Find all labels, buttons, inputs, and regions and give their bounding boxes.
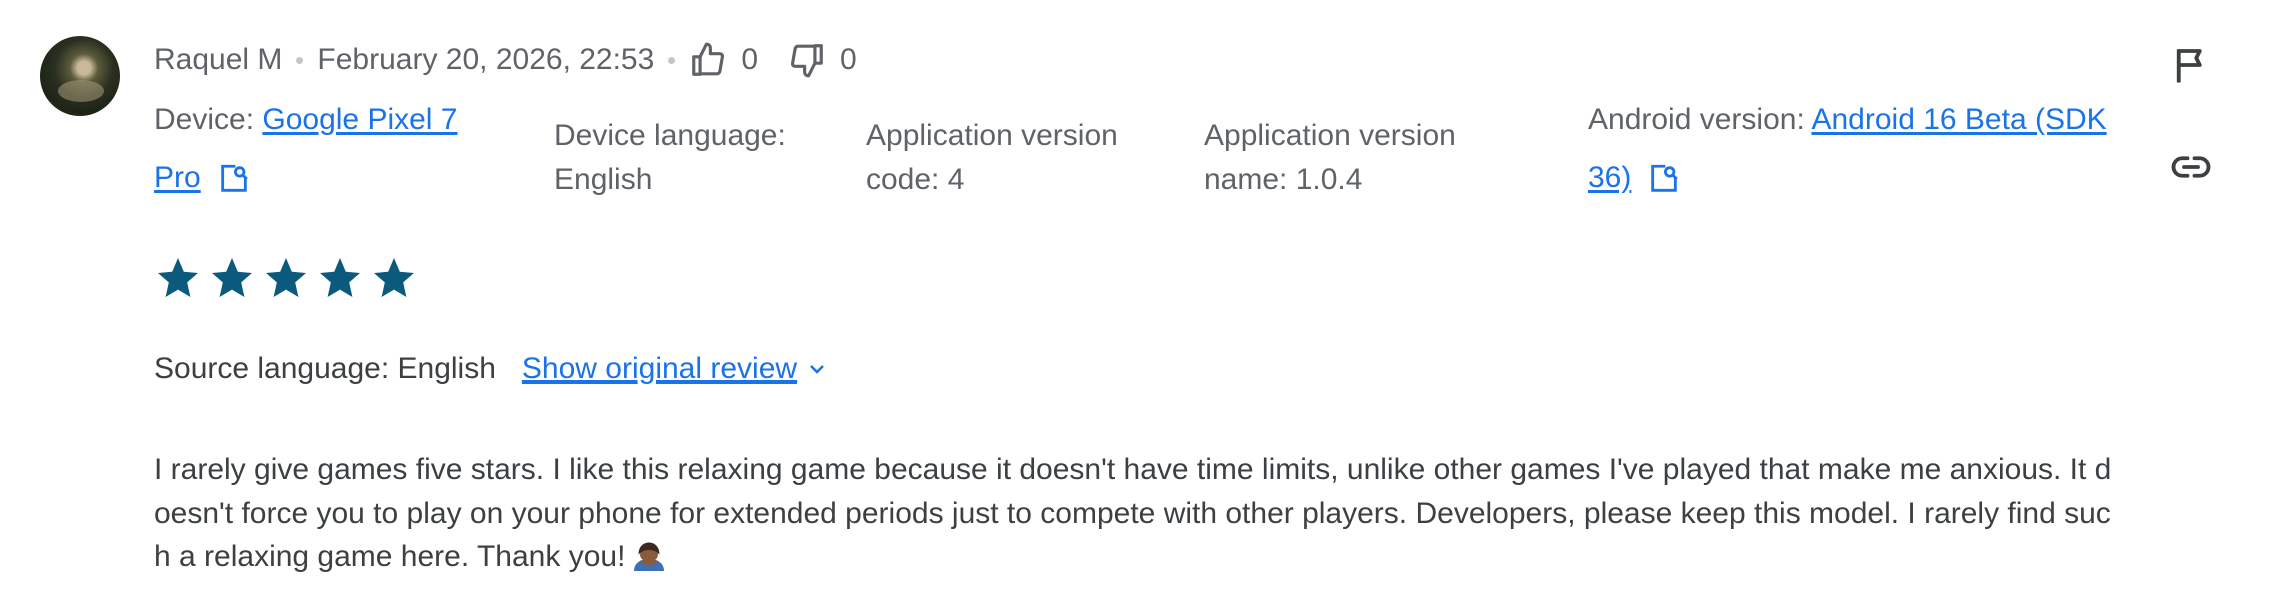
- review-body: I rarely give games five stars. I like t…: [154, 453, 2112, 573]
- star-icon: [158, 258, 198, 297]
- app-version-code-label: Application version: [866, 119, 1118, 152]
- review-header: Raquel M February 20, 2026, 22:53 0 0: [154, 38, 887, 82]
- device-label: Device:: [154, 103, 263, 136]
- thumbs-up-count: 0: [741, 43, 758, 76]
- android-version-label: Android version:: [1588, 103, 1812, 136]
- source-language-label: Source language: English: [154, 352, 496, 385]
- thumbs-down-icon: [790, 44, 823, 78]
- open-in-new-icon[interactable]: [217, 162, 251, 196]
- star-icon: [374, 258, 414, 297]
- star-icon: [212, 258, 252, 297]
- separator-dot: [668, 56, 676, 64]
- person-bowing-emoji: [634, 542, 665, 571]
- device-language-value: English: [554, 163, 653, 196]
- show-original-review-label: Show original review: [521, 352, 798, 385]
- device-info: Device: Google Pixel 7 Pro: [154, 98, 458, 200]
- author-name: Raquel M: [154, 43, 283, 76]
- android-version-info: Android version: Android 16 Beta (SDK 36…: [1588, 98, 2107, 200]
- app-version-code-value: code: 4: [866, 163, 965, 196]
- device-language-info: Device language: English: [554, 114, 786, 202]
- separator-dot: [296, 56, 304, 64]
- show-original-review-button[interactable]: Show original review: [522, 352, 829, 386]
- flag-icon[interactable]: [2170, 44, 2212, 86]
- review-date: February 20, 2026, 22:53: [317, 43, 655, 76]
- star-icon: [266, 258, 306, 297]
- app-version-name-value: name: 1.0.4: [1204, 163, 1363, 196]
- device-link[interactable]: Google Pixel 7: [262, 103, 457, 136]
- device-language-label: Device language:: [554, 119, 786, 152]
- android-version-link-continued[interactable]: 36): [1588, 161, 1631, 194]
- thumbs-down-count: 0: [840, 43, 857, 76]
- chevron-down-icon: [810, 365, 824, 374]
- avatar: [40, 36, 120, 116]
- device-link-continued[interactable]: Pro: [154, 161, 201, 194]
- app-version-name-label: Application version: [1204, 119, 1456, 152]
- app-version-name-info: Application version name: 1.0.4: [1204, 114, 1456, 202]
- thumbs-up-icon: [692, 42, 725, 76]
- star-icon: [320, 258, 360, 297]
- link-icon[interactable]: [2170, 146, 2212, 188]
- star-rating: [154, 254, 418, 302]
- open-in-new-icon[interactable]: [1647, 162, 1681, 196]
- thumbs-up-button[interactable]: [689, 41, 727, 79]
- translation-row: Source language: English Show original r…: [154, 352, 829, 386]
- thumbs-down-button[interactable]: [788, 41, 826, 79]
- app-version-code-info: Application version code: 4: [866, 114, 1118, 202]
- review-text: I rarely give games five stars. I like t…: [154, 448, 2114, 579]
- android-version-link[interactable]: Android 16 Beta (SDK: [1811, 103, 2106, 136]
